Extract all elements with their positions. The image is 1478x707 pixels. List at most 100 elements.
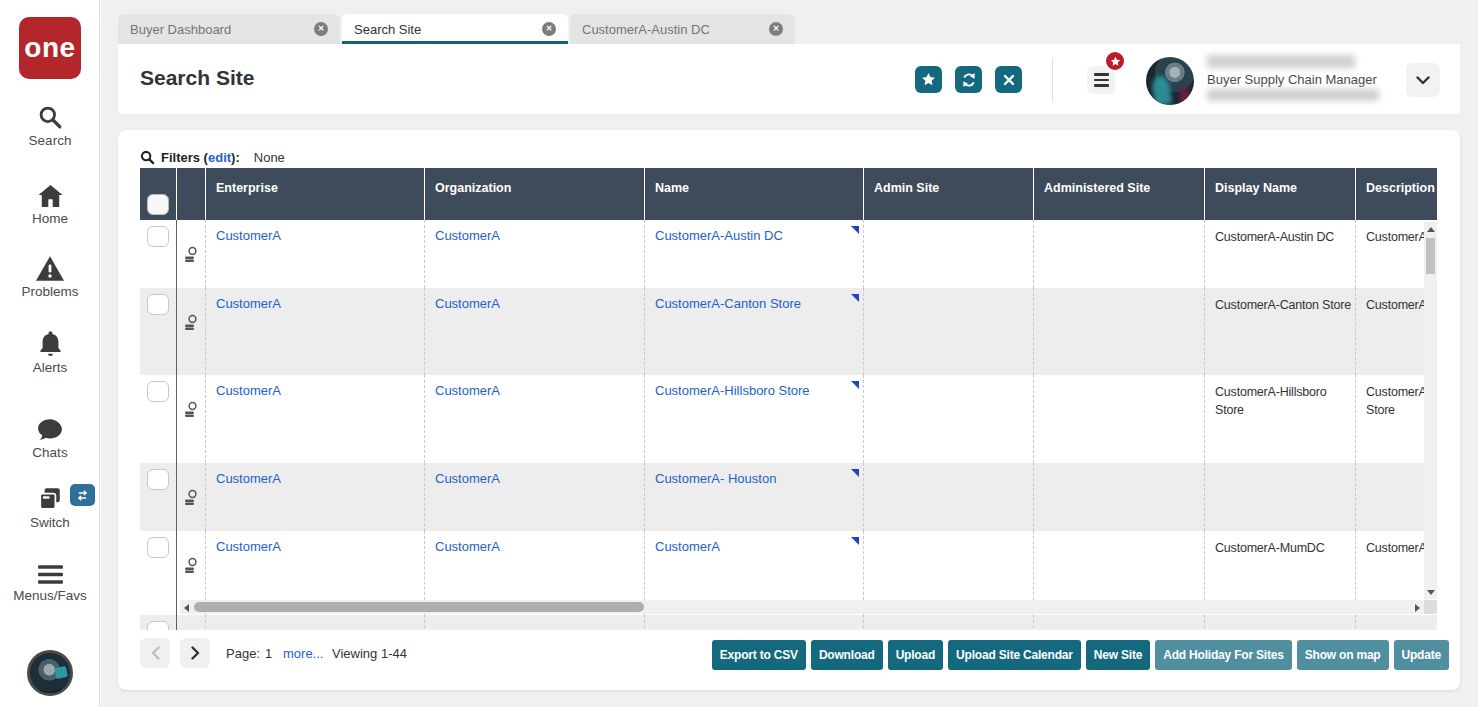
tab-customera-austin-dc[interactable]: CustomerA-Austin DC✕	[570, 14, 795, 44]
header-divider	[1052, 58, 1053, 102]
close-page-button[interactable]	[995, 66, 1022, 93]
row-checkbox[interactable]	[147, 469, 169, 490]
tab-close-icon[interactable]: ✕	[314, 22, 328, 36]
site-name-link[interactable]: CustomerA	[655, 539, 720, 554]
tab-search-site[interactable]: Search Site✕	[342, 14, 568, 44]
site-icon[interactable]	[183, 246, 198, 266]
organization-link[interactable]: CustomerA	[435, 539, 500, 554]
administered-site-cell	[1034, 375, 1205, 463]
upload-button[interactable]: Upload	[888, 640, 943, 670]
table-row: CustomerA CustomerA CustomerA-Hillsboro St…	[140, 375, 1437, 463]
filters-edit-link[interactable]: edit	[208, 150, 231, 165]
sidebar-item-search[interactable]: Search	[0, 104, 100, 148]
context-menu-triangle[interactable]	[851, 381, 859, 389]
sidebar-item-label: Switch	[0, 515, 100, 530]
data-table: EnterpriseOrganizationNameAdmin SiteAdmi…	[140, 168, 1437, 630]
site-icon[interactable]	[183, 314, 198, 334]
column-header-organization[interactable]: Organization	[425, 168, 645, 220]
vertical-scrollbar[interactable]	[1424, 222, 1437, 599]
warning-icon	[0, 256, 100, 281]
sidebar-item-menus-favs[interactable]: Menus/Favs	[0, 564, 100, 603]
tab-close-icon[interactable]: ✕	[769, 22, 783, 36]
organization-link[interactable]: CustomerA	[435, 228, 500, 243]
download-button[interactable]: Download	[811, 640, 883, 670]
organization-link[interactable]: CustomerA	[435, 383, 500, 398]
enterprise-link[interactable]: CustomerA	[216, 296, 281, 311]
bell-icon	[0, 330, 100, 357]
scroll-left-arrow[interactable]	[184, 604, 189, 612]
scrollbar-corner	[1424, 600, 1437, 614]
show-on-map-button[interactable]: Show on map	[1297, 640, 1389, 670]
description-cell: CustomerA-	[1366, 298, 1431, 312]
enterprise-link[interactable]: CustomerA	[216, 471, 281, 486]
context-menu-triangle[interactable]	[851, 469, 859, 477]
tab-buyer-dashboard[interactable]: Buyer Dashboard✕	[118, 14, 340, 44]
site-name-link[interactable]: CustomerA-Hillsboro Store	[655, 383, 810, 398]
more-pages-link[interactable]: more...	[283, 646, 323, 661]
update-button[interactable]: Update	[1394, 640, 1449, 670]
organization-link[interactable]: CustomerA	[435, 296, 500, 311]
sidebar-item-chats[interactable]: Chats	[0, 418, 100, 460]
row-checkbox[interactable]	[147, 294, 169, 315]
context-menu-triangle[interactable]	[851, 226, 859, 234]
row-checkbox[interactable]	[147, 537, 169, 558]
select-all-checkbox[interactable]	[147, 194, 169, 215]
administered-site-cell	[1034, 288, 1205, 375]
upload-site-calendar-button[interactable]: Upload Site Calendar	[948, 640, 1081, 670]
site-icon[interactable]	[183, 489, 198, 509]
sidebar-item-label: Alerts	[0, 360, 100, 375]
horizontal-scrollbar[interactable]	[180, 600, 1424, 614]
site-icon[interactable]	[183, 557, 198, 577]
scroll-up-arrow[interactable]	[1427, 227, 1435, 232]
scroll-down-arrow[interactable]	[1427, 590, 1435, 595]
site-name-link[interactable]: CustomerA- Houston	[655, 471, 776, 486]
vertical-scroll-thumb[interactable]	[1426, 238, 1435, 274]
favorite-button[interactable]	[915, 66, 942, 93]
enterprise-link[interactable]: CustomerA	[216, 383, 281, 398]
display-name-cell: CustomerA-Austin DC	[1215, 230, 1334, 244]
sidebar-avatar[interactable]	[27, 650, 73, 696]
administered-site-cell	[1034, 220, 1205, 288]
icon-header-cell	[177, 168, 206, 220]
site-name-link[interactable]: CustomerA-Canton Store	[655, 296, 801, 311]
column-header-admin-site[interactable]: Admin Site	[864, 168, 1034, 220]
new-site-button[interactable]: New Site	[1086, 640, 1150, 670]
sidebar-item-home[interactable]: Home	[0, 184, 100, 226]
sidebar-item-label: Menus/Favs	[0, 588, 100, 603]
sidebar-item-alerts[interactable]: Alerts	[0, 330, 100, 375]
user-menu-button[interactable]	[1406, 63, 1440, 97]
site-name-link[interactable]: CustomerA-Austin DC	[655, 228, 783, 243]
notification-badge[interactable]	[1104, 50, 1126, 72]
column-header-enterprise[interactable]: Enterprise	[206, 168, 425, 220]
content-panel: Filters (edit): None EnterpriseOrganizat…	[118, 130, 1460, 690]
column-header-display-name[interactable]: Display Name	[1205, 168, 1356, 220]
column-header-name[interactable]: Name	[645, 168, 864, 220]
tab-close-icon[interactable]: ✕	[542, 22, 556, 36]
context-menu-triangle[interactable]	[851, 294, 859, 302]
row-checkbox[interactable]	[147, 381, 169, 402]
user-avatar[interactable]	[1146, 57, 1194, 105]
enterprise-link[interactable]: CustomerA	[216, 539, 281, 554]
horizontal-scroll-thumb[interactable]	[194, 602, 644, 612]
enterprise-link[interactable]: CustomerA	[216, 228, 281, 243]
scroll-right-arrow[interactable]	[1415, 604, 1420, 612]
add-holiday-for-sites-button[interactable]: Add Holiday For Sites	[1155, 640, 1291, 670]
refresh-button[interactable]	[955, 66, 982, 93]
sidebar-item-switch[interactable]: Switch	[0, 486, 100, 530]
sidebar-item-label: Problems	[0, 284, 100, 299]
page-number: 1	[265, 646, 272, 661]
refresh-icon	[961, 72, 977, 88]
export-to-csv-button[interactable]: Export to CSV	[712, 640, 806, 670]
site-icon[interactable]	[183, 401, 198, 421]
organization-link[interactable]: CustomerA	[435, 471, 500, 486]
prev-page-button[interactable]	[140, 638, 170, 668]
row-checkbox[interactable]	[147, 226, 169, 247]
column-header-administered-site[interactable]: Administered Site	[1034, 168, 1205, 220]
context-menu-triangle[interactable]	[851, 537, 859, 545]
column-header-description[interactable]: Description	[1356, 168, 1437, 220]
switch-badge[interactable]	[70, 484, 95, 506]
next-page-button[interactable]	[180, 638, 210, 668]
sidebar-item-problems[interactable]: Problems	[0, 256, 100, 299]
row-checkbox[interactable]	[147, 621, 169, 630]
one-logo[interactable]: one	[19, 17, 81, 79]
